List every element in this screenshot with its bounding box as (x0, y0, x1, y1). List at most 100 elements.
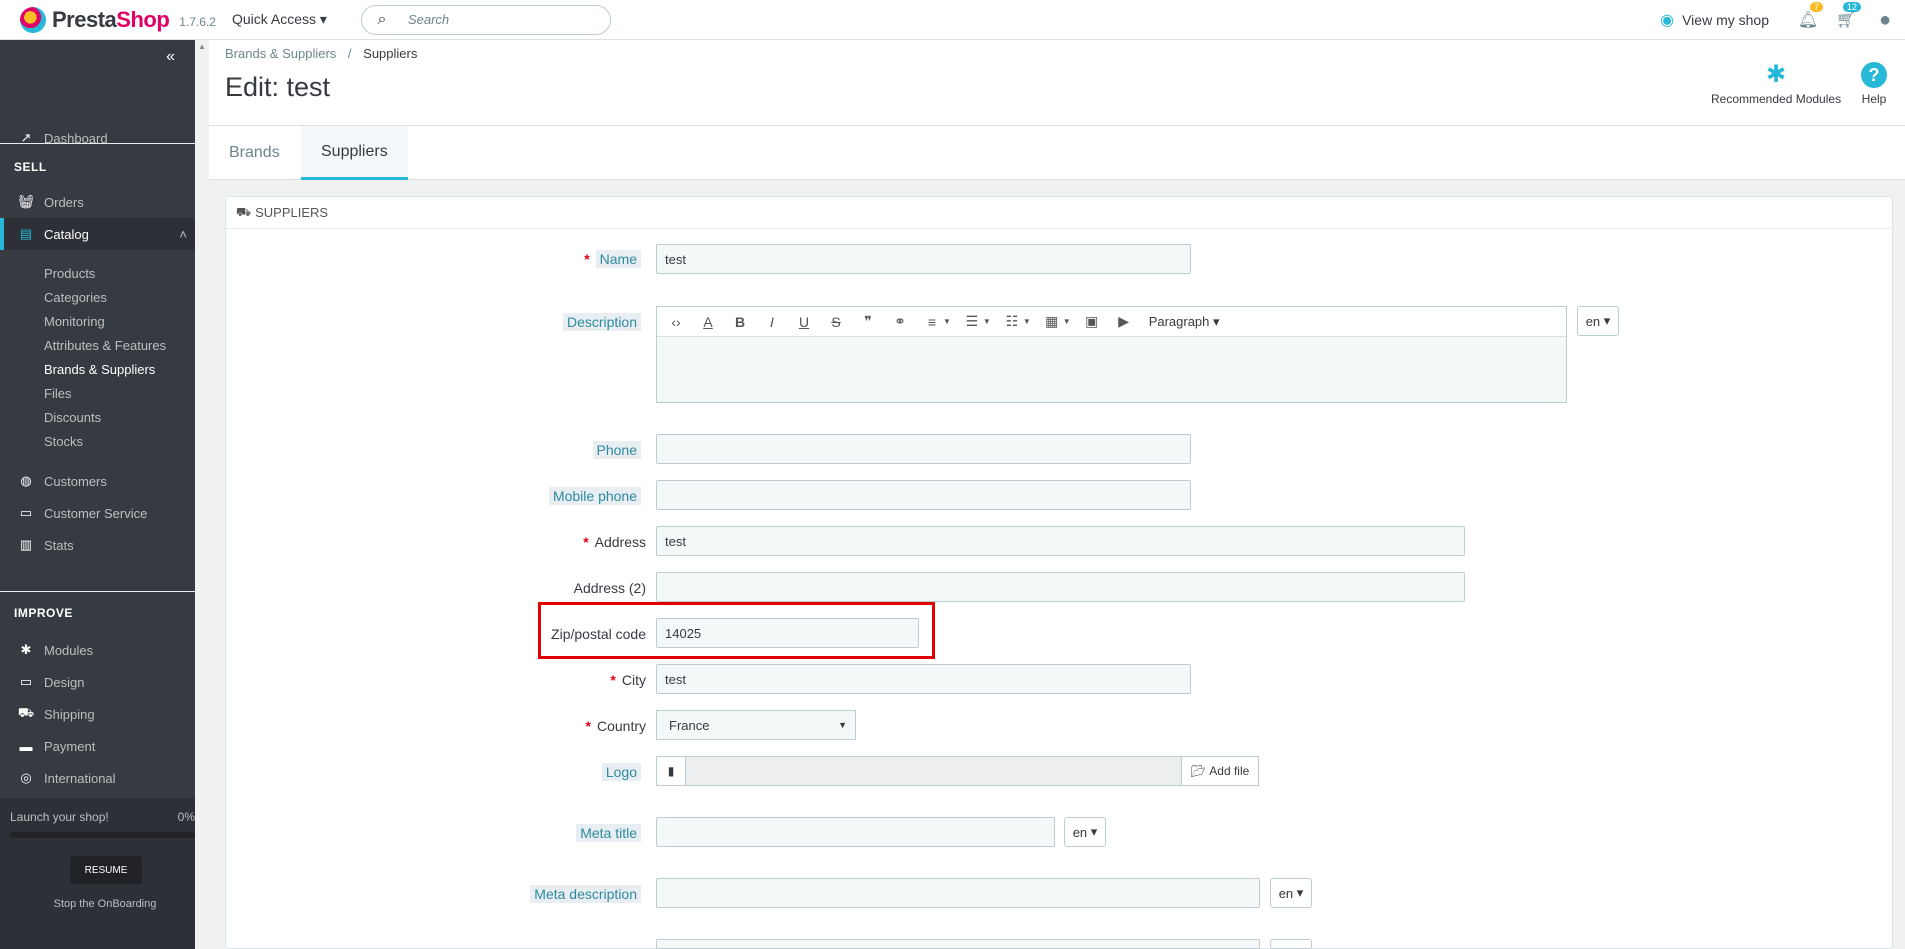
italic-icon[interactable]: I (759, 309, 785, 335)
table-icon[interactable]: ▦ (1039, 309, 1065, 335)
bullet-list-icon[interactable]: ☰ (959, 309, 985, 335)
phone-field[interactable] (656, 434, 1191, 464)
store-icon: ▤ (19, 226, 33, 241)
onboarding-percent: 0% (177, 810, 195, 824)
prestashop-logo[interactable]: PrestaShop (20, 6, 170, 33)
bold-icon[interactable]: B (727, 309, 753, 335)
mobile-phone-field[interactable] (656, 480, 1191, 510)
header-right: ◉ View my shop 🔔︎ 7 🛒︎ 12 ● (1660, 0, 1905, 40)
required-marker: * (583, 534, 589, 550)
text-color-icon[interactable]: A (695, 309, 721, 335)
align-icon[interactable]: ≡ (919, 309, 945, 335)
sidebar-item-label: Modules (44, 642, 94, 658)
sidebar-subitem-monitoring[interactable]: Monitoring (44, 314, 105, 329)
bell-icon: 🔔︎ (1797, 12, 1819, 29)
strikethrough-icon[interactable]: S (823, 309, 849, 335)
city-label: * City (610, 672, 646, 688)
quick-access-dropdown[interactable]: Quick Access ▾ (232, 11, 327, 28)
sidebar-subitem-attributes[interactable]: Attributes & Features (44, 338, 166, 353)
sidebar-item-label: International (44, 770, 116, 786)
sidebar-subitem-discounts[interactable]: Discounts (44, 410, 101, 425)
sidebar-item-modules[interactable]: ✱ Modules (0, 634, 195, 666)
search-input[interactable]: ⌕ Search (360, 4, 611, 35)
file-name-box[interactable] (686, 756, 1181, 786)
page-title: Edit: test (225, 72, 331, 102)
collapse-sidebar-icon[interactable]: « (166, 48, 175, 66)
puzzle-icon: ✱ (1765, 61, 1787, 88)
prestashop-logo-icon (20, 6, 46, 33)
chevron-down-icon[interactable]: ▼ (1023, 317, 1031, 326)
employee-avatar-button[interactable]: ● (1865, 9, 1905, 32)
sidebar-item-label: Customer Service (44, 505, 148, 521)
link-icon[interactable]: ⚭ (887, 309, 913, 335)
basket-icon: 🧺︎ (17, 194, 35, 209)
sidebar-subitem-categories[interactable]: Categories (44, 290, 107, 305)
notifications-button[interactable]: 🔔︎ 7 (1789, 2, 1827, 30)
media-icon[interactable]: ▶ (1111, 309, 1137, 335)
cart-icon: 🛒︎ (1835, 12, 1857, 29)
country-select[interactable]: France ▼ (656, 710, 856, 740)
address2-field[interactable] (656, 572, 1465, 602)
numbered-list-icon[interactable]: ☷ (999, 309, 1025, 335)
meta-keywords-field[interactable] (656, 939, 1260, 949)
chevron-down-icon[interactable]: ▼ (943, 317, 951, 326)
required-marker: * (610, 672, 616, 688)
description-language-dropdown[interactable]: en ▾ (1577, 306, 1619, 336)
name-field[interactable]: test (656, 244, 1191, 274)
sidebar-item-shipping[interactable]: ⛟ Shipping (0, 698, 195, 730)
chevron-down-icon: ▼ (838, 720, 847, 730)
blockquote-icon[interactable]: ❞ (855, 309, 881, 335)
sidebar-item-label: Shipping (44, 706, 95, 722)
meta-title-language-dropdown[interactable]: en ▾ (1064, 817, 1106, 847)
description-editor[interactable]: ‹› A B I U S ❞ ⚭ ≡ ▼ ☰ ▼ ☷ ▼ ▦ ▼ ▣ ▶ Par… (656, 306, 1567, 403)
sidebar-item-international[interactable]: ◎ International (0, 762, 195, 794)
tab-brands[interactable]: Brands (209, 126, 300, 180)
meta-title-field[interactable] (656, 817, 1055, 847)
recommended-modules-label: Recommended Modules (1711, 92, 1842, 106)
cart-notifications-button[interactable]: 🛒︎ 12 (1827, 2, 1865, 30)
logo-text: PrestaShop (52, 6, 170, 32)
source-code-icon[interactable]: ‹› (663, 309, 689, 335)
meta-description-language-dropdown[interactable]: en ▾ (1270, 878, 1312, 908)
resume-button[interactable]: RESUME (70, 856, 142, 884)
sidebar-item-stats[interactable]: ▥ Stats (0, 529, 195, 561)
chevron-down-icon[interactable]: ▼ (1063, 317, 1071, 326)
version-label: 1.7.6.2 (179, 14, 216, 29)
sidebar-divider (0, 591, 195, 592)
sidebar-item-orders[interactable]: 🧺︎ Orders (0, 186, 195, 218)
image-icon[interactable]: ▣ (1079, 309, 1105, 335)
name-label: * Name (480, 248, 641, 270)
sidebar-subitem-files[interactable]: Files (44, 386, 71, 401)
sidebar-subitem-brands-suppliers[interactable]: Brands & Suppliers (44, 362, 155, 377)
sidebar-subitem-products[interactable]: Products (44, 266, 95, 281)
breadcrumb-parent[interactable]: Brands & Suppliers (225, 46, 336, 61)
chevron-up-icon: ˄ (179, 226, 187, 242)
recommended-modules-button[interactable]: ✱ Recommended Modules (1711, 60, 1841, 106)
onboarding-label: Launch your shop! (10, 810, 109, 824)
sidebar-item-catalog[interactable]: ▤ Catalog ˄ (0, 218, 195, 250)
help-button[interactable]: ? Help (1861, 60, 1887, 106)
sidebar-subitem-stocks[interactable]: Stocks (44, 434, 83, 449)
sidebar-item-dashboard[interactable]: ↗ Dashboard (0, 122, 195, 154)
logo-label: Logo (480, 761, 641, 783)
country-label: * Country (585, 718, 646, 734)
logo-file-input[interactable]: ▮ 📂︎ Add file (656, 756, 1259, 786)
sidebar-scrollbar[interactable]: ▲ (196, 40, 209, 949)
address-field[interactable]: test (656, 526, 1465, 556)
meta-description-field[interactable] (656, 878, 1260, 908)
sidebar-item-design[interactable]: ▭ Design (0, 666, 195, 698)
chevron-down-icon[interactable]: ▼ (983, 317, 991, 326)
paragraph-format-dropdown[interactable]: Paragraph ▾ (1149, 314, 1220, 330)
view-my-shop-link[interactable]: ◉ View my shop (1660, 10, 1769, 30)
sidebar-item-customers[interactable]: ◍ Customers (0, 465, 195, 497)
tab-suppliers[interactable]: Suppliers (301, 126, 408, 180)
sidebar-item-payment[interactable]: ▬ Payment (0, 730, 195, 762)
puzzle-icon: ✱ (20, 642, 32, 657)
meta-title-label: Meta title (480, 822, 641, 844)
city-field[interactable]: test (656, 664, 1191, 694)
meta-keywords-language-dropdown[interactable] (1270, 939, 1312, 949)
stop-onboarding-link[interactable]: Stop the OnBoarding (0, 898, 210, 910)
underline-icon[interactable]: U (791, 309, 817, 335)
sidebar-item-customer-service[interactable]: ▭ Customer Service (0, 497, 195, 529)
add-file-button[interactable]: 📂︎ Add file (1181, 756, 1259, 786)
